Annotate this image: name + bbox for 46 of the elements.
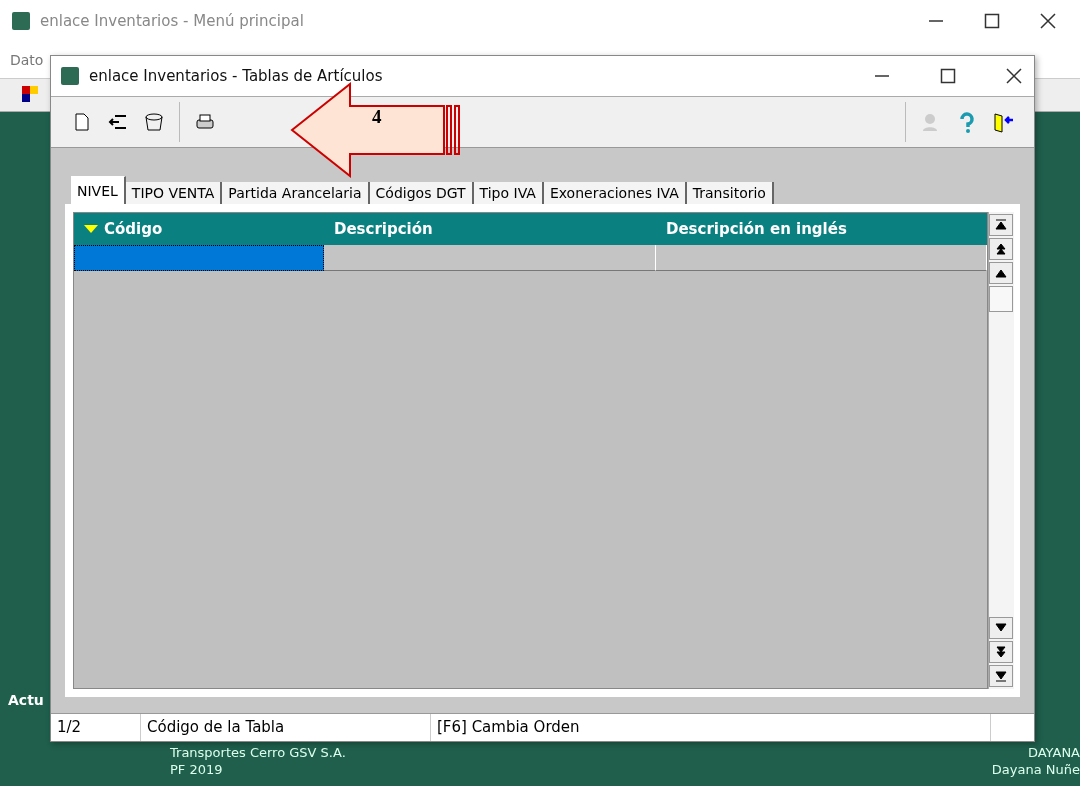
tab[interactable]: Exoneraciones IVA [543,182,687,204]
tab[interactable]: TIPO VENTA [125,182,223,204]
column-header[interactable]: Descripción [334,220,433,238]
down-arrow-icon [995,646,1007,658]
menu-item[interactable]: Dato [10,52,44,68]
tab[interactable]: Partida Arancelaria [222,182,370,204]
scroll-up-button[interactable] [989,262,1013,284]
annotation-number: 4 [372,106,382,128]
column-header[interactable]: Descripción en inglés [666,220,847,238]
side-label: Actu [8,692,44,708]
scroll-page-up-button[interactable] [989,238,1013,260]
exit-door-icon[interactable] [992,111,1014,133]
scroll-down-button[interactable] [989,617,1013,639]
app-icon [12,12,30,30]
window-title: enlace Inventarios - Menú principal [40,12,304,30]
company-name: Transportes Cerro GSV S.A. [170,745,346,760]
user-code: DAYANA [1027,745,1080,760]
tab[interactable]: NIVEL [71,176,126,204]
tab[interactable]: Transitorio [686,182,774,204]
window-title: enlace Inventarios - Tablas de Artículos [89,67,383,85]
down-arrow-icon [995,622,1007,634]
scroll-page-down-button[interactable] [989,641,1013,663]
table-cell[interactable] [74,245,324,271]
up-arrow-icon [995,267,1007,279]
close-button[interactable] [1006,68,1022,84]
status-field: [F6] Cambia Orden [431,714,991,741]
scroll-bottom-button[interactable] [989,665,1013,687]
close-button[interactable] [1040,13,1056,29]
user-name: Dayana Nuñe [991,762,1080,777]
scroll-thumb[interactable] [989,286,1013,312]
down-arrow-icon [995,670,1007,682]
scrollbar[interactable] [988,212,1014,689]
period-label: PF 2019 [170,762,224,777]
maximize-button[interactable] [940,68,956,84]
scroll-top-button[interactable] [989,214,1013,236]
status-field: Código de la Tabla [141,714,431,741]
status-field: 1/2 [51,714,141,741]
trash-icon[interactable] [143,111,165,133]
sort-triangle-icon [84,224,98,234]
column-header[interactable]: Código [104,220,163,238]
tab[interactable]: Códigos DGT [369,182,474,204]
maximize-button[interactable] [984,13,1000,29]
up-arrow-icon [995,219,1007,231]
app-icon [61,67,79,85]
tab[interactable]: Tipo IVA [473,182,544,204]
up-arrow-icon [995,243,1007,255]
